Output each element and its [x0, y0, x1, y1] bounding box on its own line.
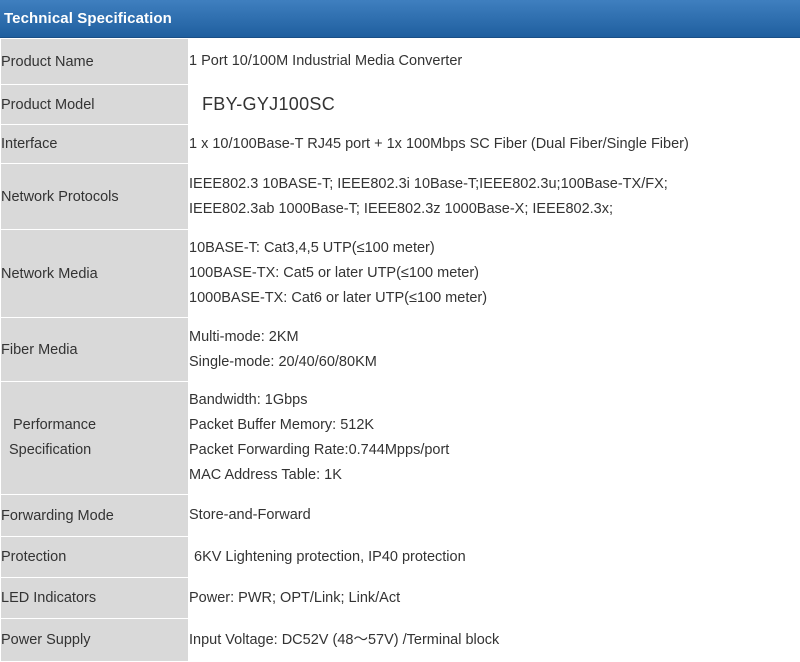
spec-title: Technical Specification: [4, 10, 172, 27]
spec-value: 1 x 10/100Base-T RJ45 port + 1x 100Mbps …: [188, 124, 800, 164]
spec-label: Interface: [0, 124, 189, 164]
spec-value-line: Power: PWR; OPT/Link; Link/Act: [189, 589, 401, 606]
table-row: Performance Specification Bandwidth: 1Gb…: [0, 381, 800, 495]
spec-value-line: 100BASE-TX: Cat5 or later UTP(≤100 meter…: [189, 265, 480, 281]
spec-value-line: Input Voltage: DC52V (48～57V) /Terminal …: [189, 631, 500, 648]
table-row: Product Model FBY-GYJ100SC: [0, 84, 800, 125]
spec-value-line: Bandwidth: 1Gbps: [189, 392, 308, 408]
spec-value-line: Multi-mode: 2KM: [189, 328, 299, 345]
spec-label-line: Performance: [13, 417, 97, 433]
spec-value: 1 Port 10/100M Industrial Media Converte…: [188, 38, 800, 85]
spec-value-line: 1000BASE-TX: Cat6 or later UTP(≤100 mete…: [189, 290, 488, 306]
spec-value-line: 6KV Lightening protection, IP40 protecti…: [194, 548, 466, 565]
spec-label: Fiber Media: [0, 317, 189, 382]
table-row: Protection 6KV Lightening protection, IP…: [0, 536, 800, 578]
spec-value: Power: PWR; OPT/Link; Link/Act: [188, 577, 800, 619]
spec-value-line: IEEE802.3ab 1000Base-T; IEEE802.3z 1000B…: [189, 200, 614, 217]
spec-label: Performance Specification: [0, 381, 189, 495]
spec-label: Network Media: [0, 229, 189, 318]
spec-label: Protection: [0, 536, 189, 578]
spec-label-line: Specification: [9, 442, 92, 458]
table-row: LED Indicators Power: PWR; OPT/Link; Lin…: [0, 577, 800, 619]
spec-label: LED Indicators: [0, 577, 189, 619]
spec-value: 6KV Lightening protection, IP40 protecti…: [188, 536, 800, 578]
spec-label: Product Name: [0, 38, 189, 85]
spec-header: Technical Specification: [0, 0, 800, 38]
spec-value-line: Packet Buffer Memory: 512K: [189, 417, 375, 433]
table-row: Power Supply Input Voltage: DC52V (48～57…: [0, 618, 800, 662]
spec-value: IEEE802.3 10BASE-T; IEEE802.3i 10Base-T;…: [188, 163, 800, 230]
spec-label: Product Model: [0, 84, 189, 125]
spec-value-line: Packet Forwarding Rate:0.744Mpps/port: [189, 442, 450, 458]
spec-value: Input Voltage: DC52V (48～57V) /Terminal …: [188, 618, 800, 662]
table-row: Forwarding Mode Store-and-Forward: [0, 494, 800, 537]
spec-value-line: Single-mode: 20/40/60/80KM: [189, 353, 377, 370]
spec-value: Multi-mode: 2KM Single-mode: 20/40/60/80…: [188, 317, 800, 382]
table-row: Network Media 10BASE-T: Cat3,4,5 UTP(≤10…: [0, 229, 800, 318]
spec-value-line: IEEE802.3 10BASE-T; IEEE802.3i 10Base-T;…: [189, 175, 668, 192]
spec-value-line: 10BASE-T: Cat3,4,5 UTP(≤100 meter): [189, 240, 435, 256]
table-row: Fiber Media Multi-mode: 2KM Single-mode:…: [0, 317, 800, 382]
spec-value-line: MAC Address Table: 1K: [189, 467, 342, 483]
spec-value-line: Store-and-Forward: [189, 507, 311, 523]
spec-value-line: 1 x 10/100Base-T RJ45 port + 1x 100Mbps …: [189, 135, 689, 152]
spec-value-line: FBY-GYJ100SC: [202, 94, 335, 114]
table-row: Network Protocols IEEE802.3 10BASE-T; IE…: [0, 163, 800, 230]
spec-label: Forwarding Mode: [0, 494, 189, 537]
spec-value: Store-and-Forward: [188, 494, 800, 537]
spec-value: FBY-GYJ100SC: [188, 84, 800, 125]
spec-value-line: 1 Port 10/100M Industrial Media Converte…: [189, 53, 463, 69]
spec-label: Network Protocols: [0, 163, 189, 230]
spec-value: 10BASE-T: Cat3,4,5 UTP(≤100 meter) 100BA…: [188, 229, 800, 318]
table-row: Product Name 1 Port 10/100M Industrial M…: [0, 38, 800, 85]
spec-label: Power Supply: [0, 618, 189, 662]
spec-value: Bandwidth: 1Gbps Packet Buffer Memory: 5…: [188, 381, 800, 495]
table-row: Interface 1 x 10/100Base-T RJ45 port + 1…: [0, 124, 800, 164]
spec-table: Product Name 1 Port 10/100M Industrial M…: [0, 38, 800, 662]
